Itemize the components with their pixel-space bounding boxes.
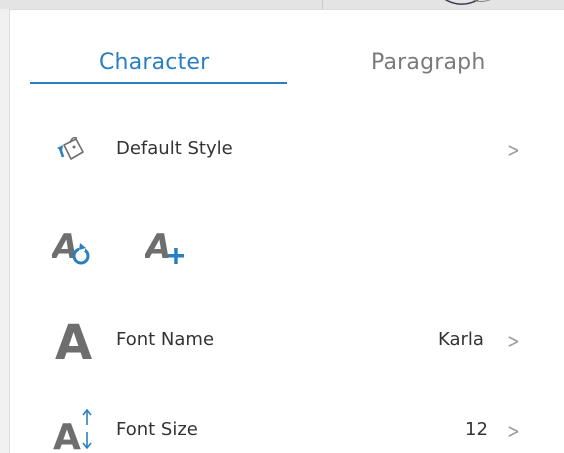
default-style-row[interactable]: Default Style > [10, 130, 564, 170]
font-size-value: 12 [465, 419, 488, 440]
active-tab-indicator [30, 82, 287, 84]
font-name-icon: A [55, 317, 92, 363]
background-divider [322, 0, 323, 9]
svg-text:A: A [53, 417, 81, 453]
paint-bucket-icon [57, 136, 84, 160]
svg-text:A: A [55, 317, 92, 363]
font-name-row[interactable]: A Font Name Karla > [10, 315, 564, 365]
default-style-label: Default Style [116, 138, 233, 159]
tab-character[interactable]: Character [99, 50, 209, 75]
background-window-strip [0, 0, 564, 9]
font-size-label: Font Size [116, 419, 198, 440]
default-style-chevron-icon: > [507, 138, 520, 162]
font-size-icon: A [53, 408, 92, 453]
tab-paragraph[interactable]: Paragraph [371, 50, 486, 75]
font-name-chevron-icon: > [507, 329, 520, 353]
update-style-icon[interactable]: A [52, 228, 90, 268]
font-size-chevron-icon: > [507, 419, 520, 443]
font-name-label: Font Name [116, 329, 215, 350]
background-shape [444, 0, 491, 5]
character-panel: Character Paragraph Default Style > A A … [9, 9, 564, 453]
font-name-value: Karla [438, 329, 484, 350]
new-style-icon[interactable]: A [145, 228, 187, 268]
font-size-row[interactable]: A Font Size 12 > [10, 405, 564, 453]
svg-text:A: A [145, 228, 171, 267]
